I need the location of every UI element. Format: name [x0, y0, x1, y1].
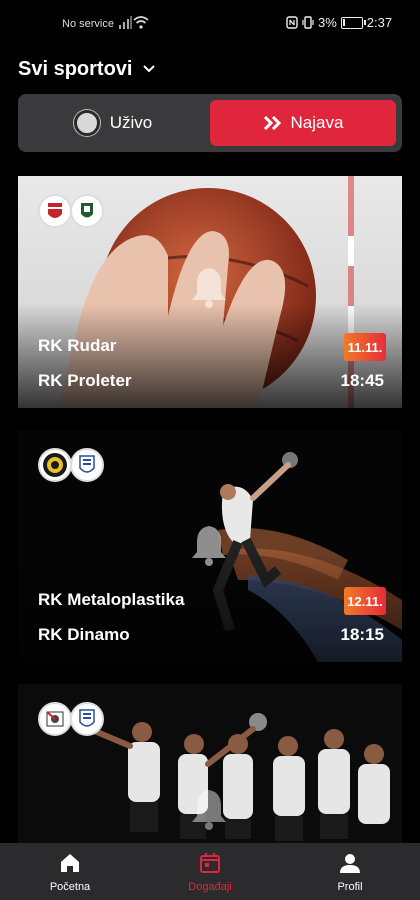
team-logos: [38, 194, 104, 228]
event-card[interactable]: RK Rudar RK Proleter 11.11. 18:45: [18, 176, 402, 408]
live-radio-icon: [73, 110, 100, 136]
wifi-icon: [133, 16, 149, 29]
nav-home-label: Početna: [49, 880, 91, 893]
tab-live[interactable]: Uživo: [18, 94, 208, 152]
bell-icon[interactable]: [188, 522, 230, 568]
nfc-icon: [286, 16, 298, 29]
away-team: RK Proleter: [38, 371, 132, 390]
double-chevron-right-icon: [263, 115, 281, 131]
event-card[interactable]: [18, 684, 402, 843]
sport-filter-dropdown[interactable]: Svi sportovi: [18, 54, 156, 84]
person-icon: [340, 853, 360, 873]
team-logos: [38, 448, 104, 482]
calendar-icon: [200, 852, 220, 873]
status-right: 3% 2:37: [286, 15, 392, 30]
battery-icon: [340, 16, 366, 29]
home-icon: [61, 853, 79, 872]
team-logo: [70, 702, 104, 736]
bell-icon[interactable]: [188, 786, 230, 832]
bell-icon[interactable]: [188, 264, 230, 310]
tab-live-label: Uživo: [109, 113, 153, 132]
team-logo: [38, 448, 72, 482]
event-time: 18:15: [340, 625, 384, 644]
bottom-nav: Početna Događaji Profil: [0, 843, 420, 900]
team-logos: [38, 702, 104, 736]
chevron-down-icon: [143, 65, 156, 73]
nav-events-label: Događaji: [188, 880, 232, 893]
event-time: 18:45: [340, 371, 384, 390]
signal-icon: [119, 16, 132, 29]
home-team: RK Metaloplastika: [38, 590, 185, 609]
mode-toggle: Uživo Najava: [18, 94, 402, 152]
nav-profile-label: Profil: [337, 880, 363, 893]
clock: 2:37: [366, 15, 393, 30]
date-badge: 12.11.: [344, 587, 386, 615]
nav-home[interactable]: Početna: [0, 843, 140, 900]
battery-percent: 3%: [318, 15, 337, 30]
team-logo: [38, 194, 72, 228]
team-logo: [70, 448, 104, 482]
vibrate-icon: [302, 16, 314, 29]
nav-events[interactable]: Događaji: [140, 843, 280, 900]
team-logo: [38, 702, 72, 736]
sport-filter-label: Svi sportovi: [18, 57, 133, 80]
carrier-text: No service: [62, 18, 114, 30]
event-card[interactable]: RK Metaloplastika RK Dinamo 12.11. 18:15: [18, 430, 402, 662]
home-team: RK Rudar: [38, 336, 117, 355]
team-logo: [70, 194, 104, 228]
date-badge: 11.11.: [344, 333, 386, 361]
status-bar: No service 3% 2:37: [0, 0, 420, 48]
tab-upcoming-label: Najava: [290, 113, 344, 132]
tab-upcoming[interactable]: Najava: [210, 100, 396, 146]
nav-profile[interactable]: Profil: [280, 843, 420, 900]
away-team: RK Dinamo: [38, 625, 130, 644]
